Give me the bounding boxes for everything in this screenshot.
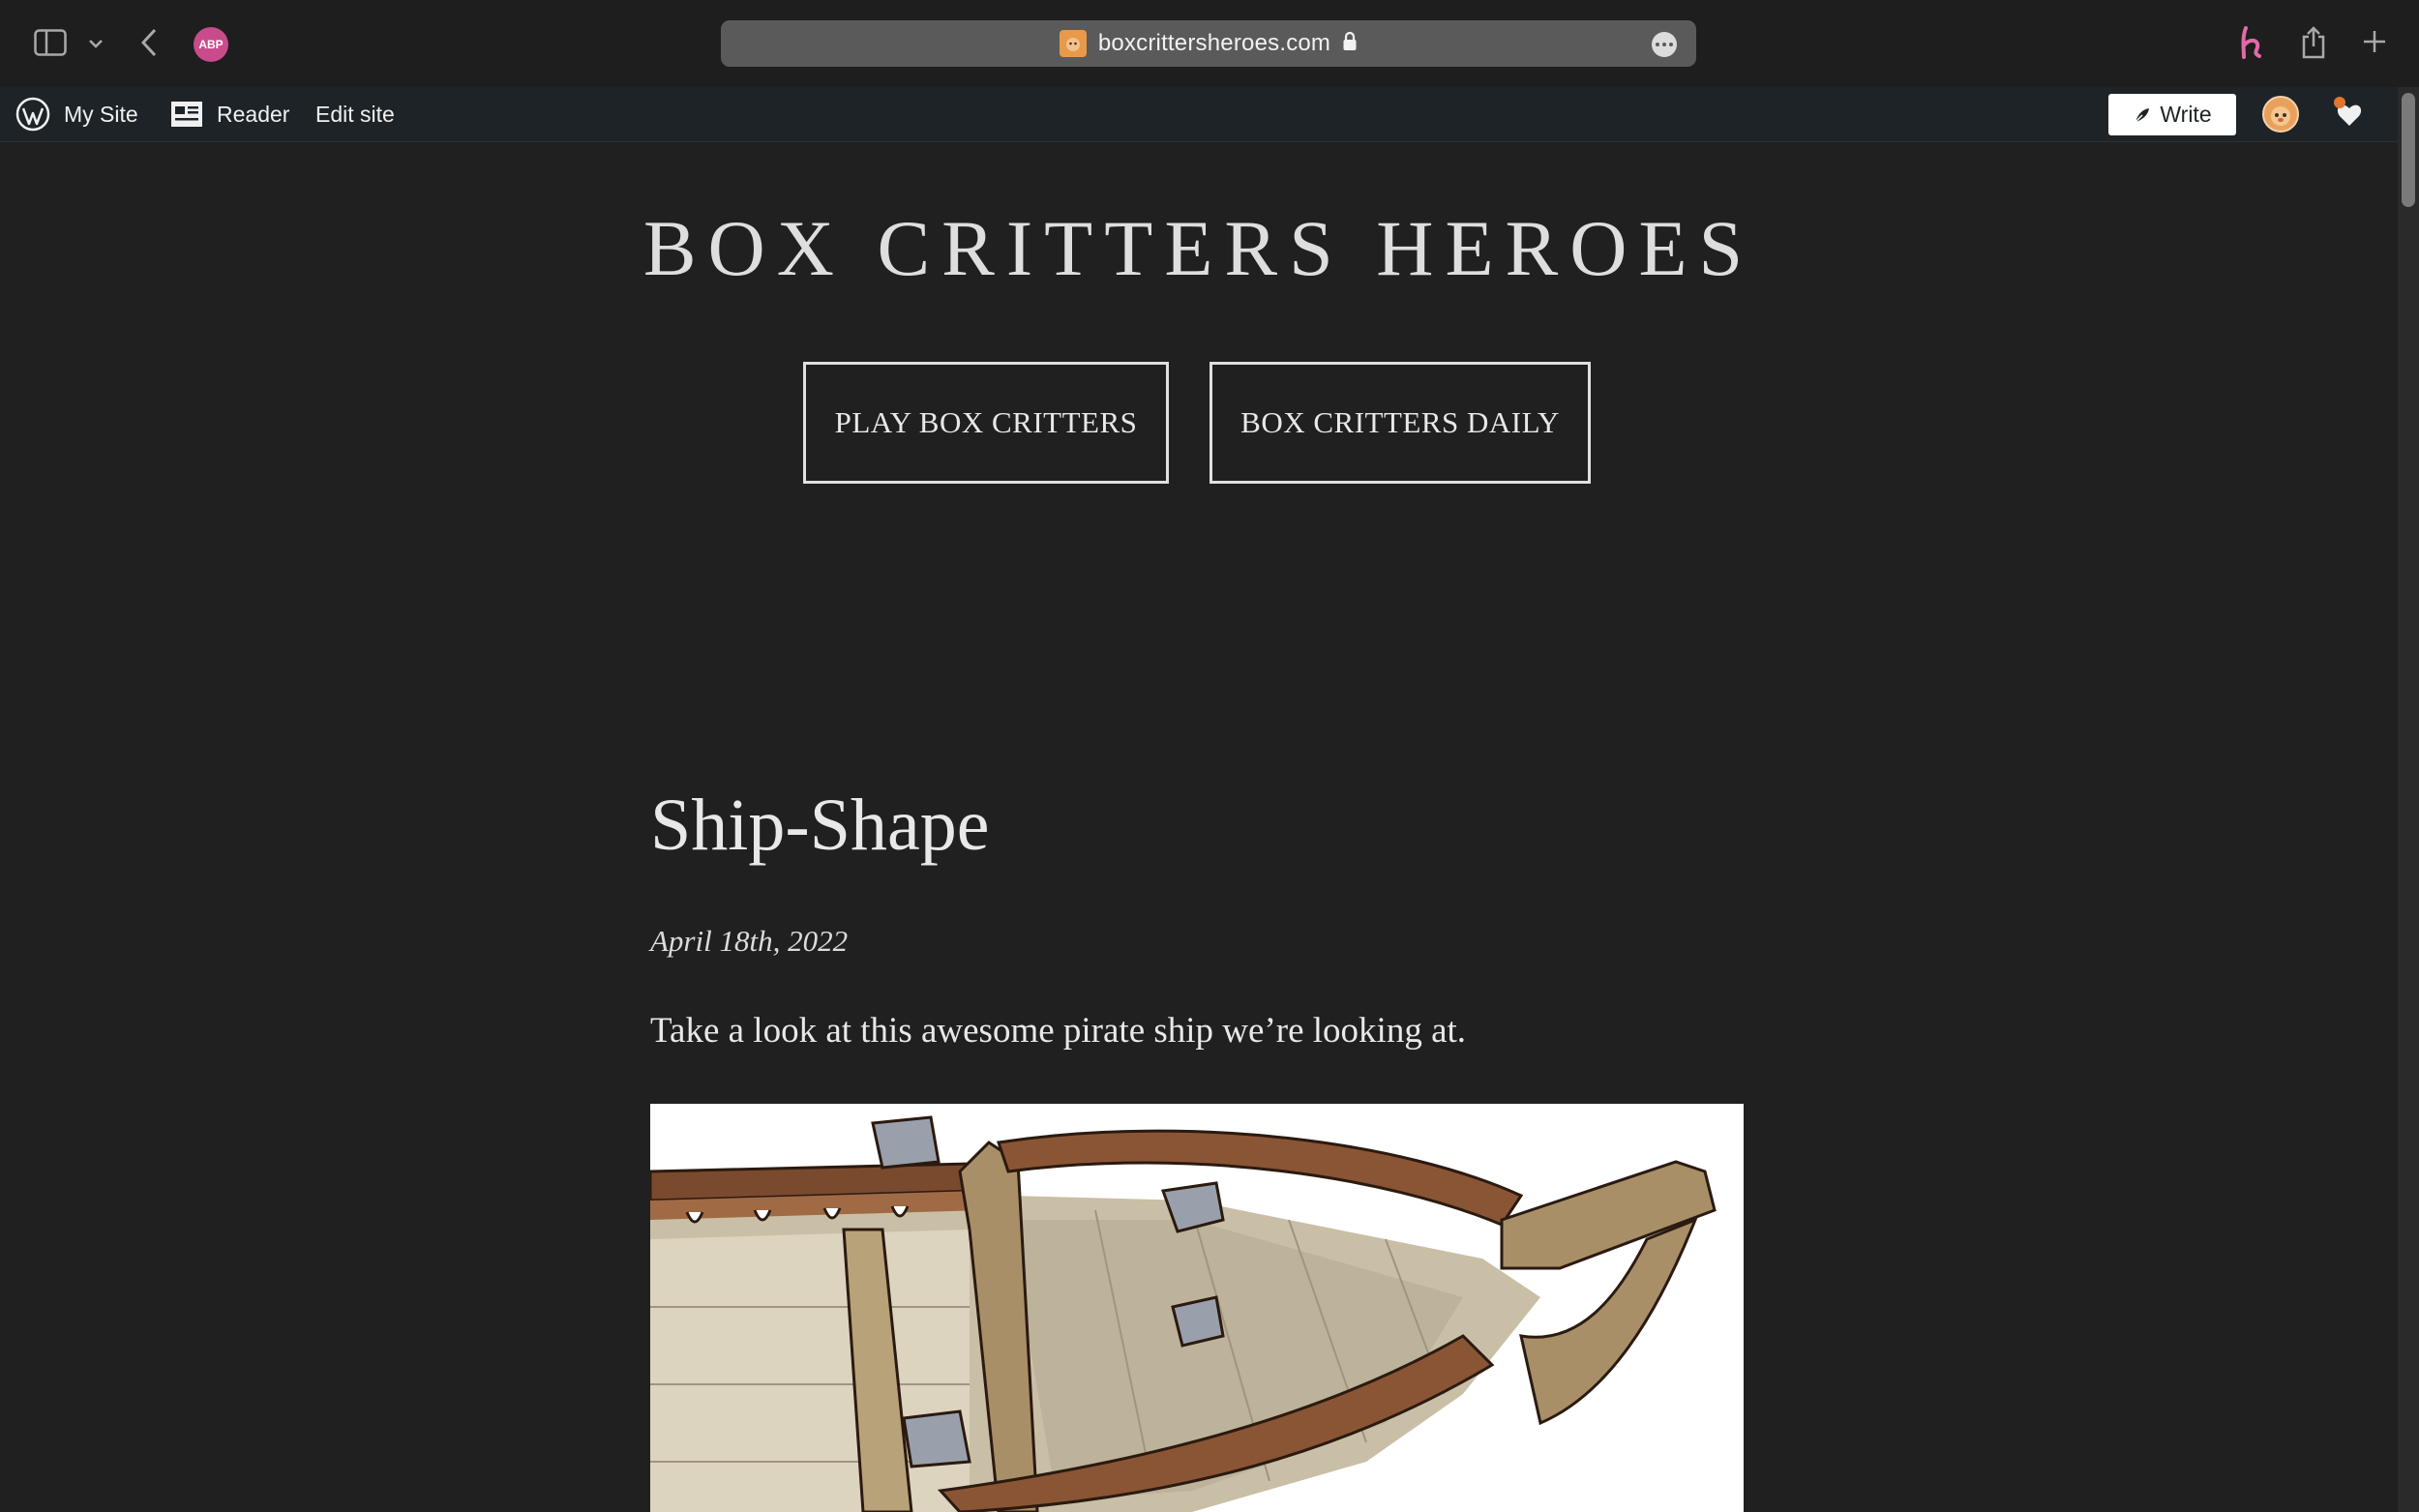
chevron-down-icon[interactable] — [85, 33, 106, 54]
lock-icon — [1342, 31, 1358, 57]
edit-site-link[interactable]: Edit site — [315, 87, 395, 141]
avatar[interactable] — [2262, 96, 2299, 133]
box-critters-daily-button[interactable]: BOX CRITTERS DAILY — [1210, 362, 1591, 484]
honey-icon[interactable] — [2235, 23, 2270, 62]
address-bar[interactable]: boxcrittersheroes.com — [721, 20, 1696, 67]
write-button[interactable]: Write — [2108, 94, 2236, 135]
sidebar-icon[interactable] — [33, 27, 68, 58]
adblock-plus-icon[interactable]: ABP — [194, 27, 228, 62]
my-site-link[interactable]: My Site — [15, 87, 138, 141]
pen-icon — [2133, 105, 2152, 125]
back-icon[interactable] — [135, 25, 163, 60]
pirate-ship-image — [650, 1104, 1744, 1512]
new-tab-icon[interactable] — [2359, 25, 2390, 58]
reader-link[interactable]: Reader — [170, 87, 289, 141]
play-box-critters-button[interactable]: PLAY BOX CRITTERS — [803, 362, 1169, 484]
post-date: April 18th, 2022 — [650, 924, 849, 958]
reader-label: Reader — [217, 101, 290, 127]
write-label: Write — [2160, 102, 2212, 127]
url-text: boxcrittersheroes.com — [1097, 30, 1331, 56]
site-favicon — [1059, 30, 1087, 57]
wp-admin-bar: My Site Reader Edit site — [0, 87, 2398, 142]
share-icon[interactable] — [2297, 23, 2330, 62]
site-title[interactable]: BOX CRITTERS HEROES — [0, 203, 2398, 294]
my-site-label: My Site — [64, 101, 138, 127]
wordpress-icon — [15, 97, 50, 132]
bell-icon[interactable] — [2330, 95, 2369, 133]
browser-toolbar: ABP boxcrittersheroes.com — [0, 0, 2419, 87]
post-title[interactable]: Ship-Shape — [650, 784, 989, 868]
page-options-icon[interactable] — [1652, 32, 1677, 57]
reader-icon — [170, 101, 203, 128]
scrollbar-thumb[interactable] — [2402, 93, 2415, 207]
scrollbar-track[interactable] — [2398, 87, 2419, 1512]
post-body: Take a look at this awesome pirate ship … — [650, 1011, 1467, 1051]
